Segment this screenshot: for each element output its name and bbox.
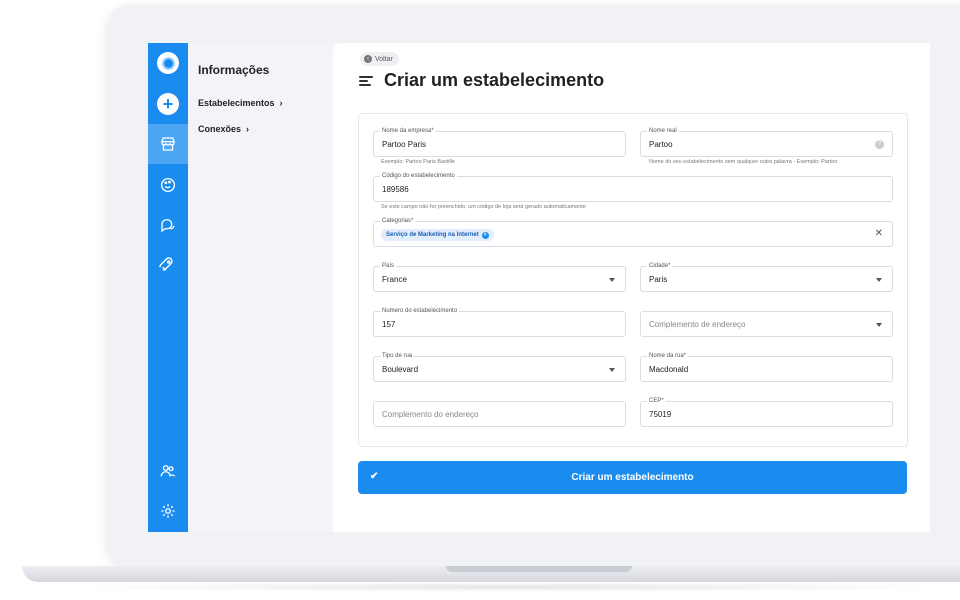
users-icon[interactable] xyxy=(148,451,188,491)
gear-icon[interactable] xyxy=(148,491,188,531)
categories-field[interactable]: Categorias* Serviço de Marketing na Inte… xyxy=(373,217,893,247)
secondary-nav: Informações Estabelecimentos › Conexões › xyxy=(188,43,333,532)
street-name-field[interactable]: Nome da rua* Macdonald xyxy=(640,352,893,382)
city-select[interactable]: Cidade* Paris xyxy=(640,262,893,292)
page-title: Criar um estabelecimento xyxy=(384,70,605,90)
real-name-field[interactable]: Nome real Partoo ? xyxy=(640,127,893,157)
country-select[interactable]: País France xyxy=(373,262,626,292)
chevron-down-icon xyxy=(876,278,882,282)
zipcode-field[interactable]: CEP* 75019 xyxy=(640,397,893,427)
laptop-notch xyxy=(446,566,632,572)
store-code-hint: Se este campo não for preenchido, um cód… xyxy=(381,204,586,210)
address-complement-select[interactable]: Complemento de endereço xyxy=(640,311,893,337)
laptop-shadow xyxy=(60,582,960,592)
subnav-item-estabelecimentos[interactable]: Estabelecimentos › xyxy=(198,98,283,108)
real-name-hint: Nome do seu estabelecimento sem qualquer… xyxy=(649,159,838,165)
chevron-right-icon: › xyxy=(279,98,283,108)
main-content: ‹ Voltar Criar um estabelecimento Nome d… xyxy=(333,43,930,532)
establishment-form: Nome da empresa* Partoo Paris Exemplo: P… xyxy=(358,113,908,447)
company-name-field[interactable]: Nome da empresa* Partoo Paris xyxy=(373,127,626,157)
palette-icon[interactable] xyxy=(148,165,188,205)
plus-icon[interactable]: + xyxy=(157,93,179,115)
category-chip[interactable]: Serviço de Marketing na Internet × xyxy=(381,229,494,241)
app-screen: + Informações Estabelecimentos › Conexões… xyxy=(148,43,930,532)
logo-icon[interactable] xyxy=(157,52,179,74)
chevron-down-icon xyxy=(609,368,615,372)
menu-icon[interactable] xyxy=(359,76,373,86)
chat-icon[interactable] xyxy=(148,205,188,245)
chevron-down-icon xyxy=(609,278,615,282)
store-code-field[interactable]: Código do estabelecimento 189586 xyxy=(373,172,893,202)
help-icon[interactable]: ? xyxy=(875,140,884,149)
create-establishment-button[interactable]: ✔ Criar um estabelecimento xyxy=(358,461,907,494)
back-arrow-icon: ‹ xyxy=(364,55,372,63)
address-complement-field[interactable]: Complemento do endereço xyxy=(373,401,626,427)
chevron-right-icon: › xyxy=(246,124,250,134)
store-icon[interactable] xyxy=(148,124,188,164)
back-button[interactable]: ‹ Voltar xyxy=(360,52,399,66)
check-icon: ✔ xyxy=(370,471,379,482)
icon-rail: + xyxy=(148,43,188,532)
street-type-select[interactable]: Tipo de rua Boulevard xyxy=(373,352,626,382)
street-number-field[interactable]: Numero do estabelecimento 157 xyxy=(373,307,626,337)
rocket-icon[interactable] xyxy=(148,245,188,285)
company-name-hint: Exemplo: Partoo Paris Bastille xyxy=(381,159,455,165)
subnav-title: Informações xyxy=(198,63,270,77)
close-icon[interactable]: ✕ xyxy=(875,228,883,239)
subnav-item-conexoes[interactable]: Conexões › xyxy=(198,124,249,134)
chevron-down-icon xyxy=(876,323,882,327)
chip-remove-icon[interactable]: × xyxy=(481,231,489,239)
